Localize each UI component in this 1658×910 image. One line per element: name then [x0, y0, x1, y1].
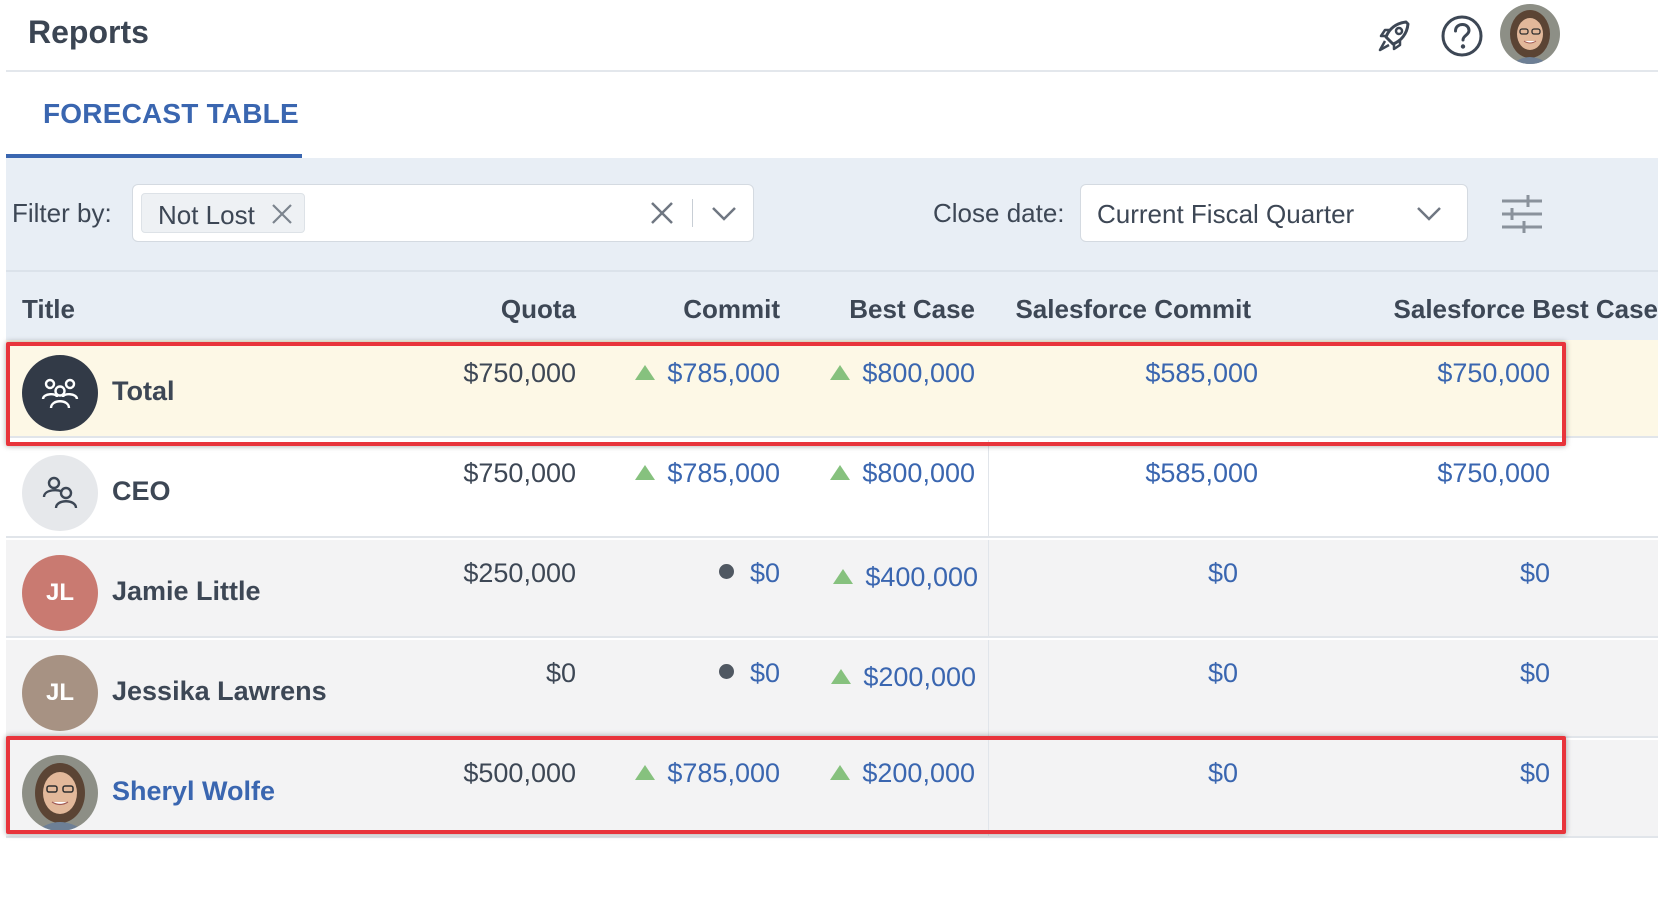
close-date-value: Current Fiscal Quarter [1097, 199, 1355, 229]
user-photo-avatar [22, 755, 98, 831]
close-date-select[interactable]: Current Fiscal Quarter [1080, 184, 1468, 242]
initials-avatar: JL [22, 555, 98, 631]
dot-icon [718, 564, 734, 579]
best-case-cell[interactable]: $800,000 [830, 358, 975, 389]
up-triangle-icon [833, 569, 854, 584]
group-avatar [22, 355, 98, 431]
filter-chip-label: Not Lost [158, 200, 255, 230]
best-case-cell[interactable]: $800,000 [830, 458, 975, 489]
user-avatar[interactable] [1500, 4, 1560, 64]
clear-filter-icon[interactable] [648, 199, 676, 227]
salesforce-best-case-value[interactable]: $0 [1520, 758, 1550, 789]
salesforce-best-case-value[interactable]: $0 [1520, 558, 1550, 589]
column-header-salesforce-commit[interactable]: Salesforce Commit [1015, 294, 1251, 325]
table-row[interactable]: Sheryl Wolfe $500,000 $785,000 $200,000 … [6, 740, 1658, 838]
quota-value: $500,000 [463, 758, 576, 788]
chevron-down-icon[interactable] [710, 201, 738, 225]
row-title: Total [112, 376, 175, 406]
remove-chip-icon[interactable] [270, 202, 294, 226]
filter-bar: Filter by: Not Lost Close date: Current … [6, 158, 1658, 272]
chevron-down-icon [1417, 207, 1441, 221]
filter-by-label: Filter by: [12, 198, 112, 228]
table-row[interactable]: JL Jessika Lawrens $0 $0 $200,000 $0 $0 [6, 640, 1658, 738]
best-case-cell[interactable]: $200,000 [831, 662, 976, 693]
row-title-link[interactable]: Sheryl Wolfe [112, 776, 275, 807]
best-case-value: $200,000 [863, 662, 976, 692]
salesforce-commit-value[interactable]: $0 [1208, 658, 1238, 689]
divider [692, 199, 693, 227]
column-header-best-case[interactable]: Best Case [849, 294, 975, 325]
close-date-label: Close date: [933, 198, 1065, 228]
page-title: Reports [28, 14, 149, 50]
quota-value: $250,000 [463, 558, 576, 588]
help-circle-icon[interactable] [1440, 14, 1484, 58]
best-case-value: $400,000 [865, 562, 978, 592]
commit-value: $785,000 [667, 458, 780, 488]
up-triangle-icon [831, 669, 852, 684]
quota-value: $750,000 [463, 358, 576, 388]
tab-label: FORECAST TABLE [43, 98, 299, 129]
sliders-icon[interactable] [1500, 194, 1544, 234]
up-triangle-icon [635, 765, 656, 780]
filter-chip: Not Lost [141, 193, 305, 233]
row-title: Jamie Little [112, 576, 261, 606]
best-case-cell[interactable]: $400,000 [833, 562, 978, 593]
up-triangle-icon [830, 765, 851, 780]
up-triangle-icon [635, 365, 656, 380]
best-case-value: $200,000 [862, 758, 975, 788]
up-triangle-icon [830, 365, 851, 380]
commit-cell[interactable]: $785,000 [635, 758, 780, 789]
commit-value: $0 [749, 558, 780, 588]
commit-value: $785,000 [667, 358, 780, 388]
row-title: Jessika Lawrens [112, 676, 327, 706]
up-triangle-icon [830, 465, 851, 480]
dot-icon [718, 664, 734, 679]
column-header-title[interactable]: Title [22, 294, 75, 325]
column-header-salesforce-best-case[interactable]: Salesforce Best Case [1394, 294, 1658, 325]
column-header-commit[interactable]: Commit [683, 294, 780, 325]
commit-value: $785,000 [667, 758, 780, 788]
best-case-value: $800,000 [862, 358, 975, 388]
up-triangle-icon [635, 465, 656, 480]
commit-cell[interactable]: $0 [718, 658, 780, 689]
salesforce-commit-value[interactable]: $585,000 [1145, 458, 1258, 489]
table-row[interactable]: JL Jamie Little $250,000 $0 $400,000 $0 … [6, 540, 1658, 638]
best-case-cell[interactable]: $200,000 [830, 758, 975, 789]
salesforce-commit-value[interactable]: $585,000 [1145, 358, 1258, 389]
users-icon [42, 476, 78, 509]
column-divider [988, 640, 989, 736]
best-case-value: $800,000 [862, 458, 975, 488]
role-avatar [22, 455, 98, 531]
column-divider [988, 740, 989, 836]
salesforce-best-case-value[interactable]: $750,000 [1437, 458, 1550, 489]
avatar-initials: JL [45, 579, 74, 606]
reports-app: Reports FORECAST TABLE Filter by: Not Lo… [6, 0, 1658, 910]
quota-value: $750,000 [463, 458, 576, 488]
salesforce-best-case-value[interactable]: $750,000 [1437, 358, 1550, 389]
tab-forecast-table[interactable]: FORECAST TABLE [6, 72, 302, 158]
salesforce-commit-value[interactable]: $0 [1208, 558, 1238, 589]
salesforce-best-case-value[interactable]: $0 [1520, 658, 1550, 689]
rocket-icon[interactable] [1372, 14, 1416, 58]
commit-cell[interactable]: $785,000 [635, 458, 780, 489]
avatar-initials: JL [45, 679, 74, 706]
quota-value: $0 [545, 658, 576, 688]
commit-cell[interactable]: $785,000 [635, 358, 780, 389]
column-divider [988, 540, 989, 636]
table-footer [6, 838, 1658, 910]
group-icon [41, 378, 79, 409]
column-divider [988, 440, 989, 536]
row-title: CEO [112, 476, 171, 506]
column-header-quota[interactable]: Quota [501, 294, 576, 325]
commit-cell[interactable]: $0 [718, 558, 780, 589]
table-header: Title Quota Commit Best Case Salesforce … [6, 272, 1658, 340]
commit-value: $0 [749, 658, 780, 688]
filter-select[interactable]: Not Lost [132, 184, 754, 242]
tab-bar: FORECAST TABLE [6, 72, 1658, 158]
table-row[interactable]: CEO $750,000 $785,000 $800,000 $585,000 … [6, 440, 1658, 538]
salesforce-commit-value[interactable]: $0 [1208, 758, 1238, 789]
table-row[interactable]: Total $750,000 $785,000 $800,000 $585,00… [6, 340, 1658, 438]
initials-avatar: JL [22, 655, 98, 731]
top-header: Reports [6, 0, 1658, 72]
